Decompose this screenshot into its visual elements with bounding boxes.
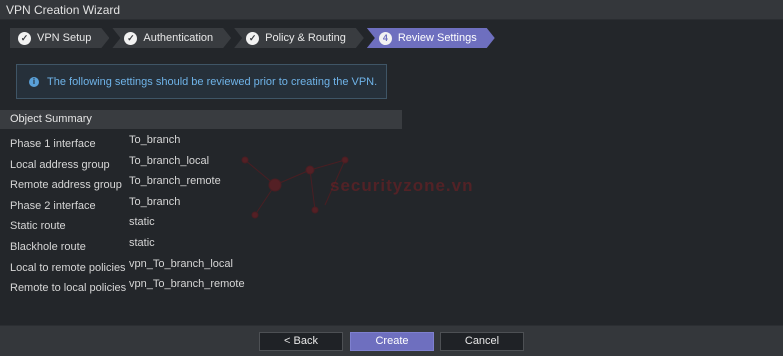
summary-key: Phase 1 interface [10,138,96,150]
vpn-creation-wizard-window: VPN Creation Wizard ✓ VPN Setup ✓ Authen… [0,0,783,356]
wizard-footer: < Back Create Cancel [0,325,783,356]
summary-row: Phase 1 interface To_branch [0,133,420,154]
info-message-text: The following settings should be reviewe… [47,75,378,88]
step-review-settings[interactable]: 4 Review Settings [367,28,495,48]
step-vpn-setup[interactable]: ✓ VPN Setup [10,28,109,48]
summary-row: Blackhole route static [0,236,420,257]
summary-key: Static route [10,220,66,233]
step-label: Policy & Routing [265,32,346,44]
summary-row: Remote to local policies vpn_To_branch_r… [0,277,420,298]
summary-row: Static route static [0,215,420,236]
summary-row: Phase 2 interface To_branch [0,195,420,216]
summary-row: Remote address group To_branch_remote [0,174,420,195]
summary-value: static [129,216,155,229]
check-icon: ✓ [246,32,259,45]
object-summary-header: Object Summary [0,110,402,129]
summary-value: To_branch [129,195,181,208]
window-title: VPN Creation Wizard [0,0,783,20]
summary-key: Local to remote policies [10,261,126,274]
object-summary-list: Phase 1 interface To_branch Local addres… [0,133,420,298]
step-label: VPN Setup [37,32,92,44]
step-label: Review Settings [397,32,477,44]
summary-value: To_branch [129,134,181,146]
summary-key: Remote address group [10,179,122,192]
step-authentication[interactable]: ✓ Authentication [112,28,231,48]
summary-row: Local to remote policies vpn_To_branch_l… [0,257,420,278]
step-policy-routing[interactable]: ✓ Policy & Routing [234,28,364,48]
create-button[interactable]: Create [350,332,434,351]
summary-key: Remote to local policies [10,282,127,295]
back-button[interactable]: < Back [259,332,343,351]
check-icon: ✓ [18,32,31,45]
step-label: Authentication [143,32,214,44]
summary-value: To_branch_local [129,154,210,167]
summary-value: To_branch_remote [129,175,221,188]
summary-key: Blackhole route [10,240,86,253]
summary-value: vpn_To_branch_remote [129,278,245,291]
info-icon: i [29,76,39,87]
summary-value: vpn_To_branch_local [129,257,233,270]
info-message-box: i The following settings should be revie… [16,64,387,99]
summary-row: Local address group To_branch_local [0,154,420,175]
cancel-button[interactable]: Cancel [440,332,524,351]
wizard-steps: ✓ VPN Setup ✓ Authentication ✓ Policy & … [10,28,498,48]
summary-value: static [129,236,155,249]
check-icon: ✓ [124,32,137,45]
step-number-icon: 4 [379,32,392,45]
summary-key: Local address group [10,158,110,171]
summary-key: Phase 2 interface [10,199,96,212]
